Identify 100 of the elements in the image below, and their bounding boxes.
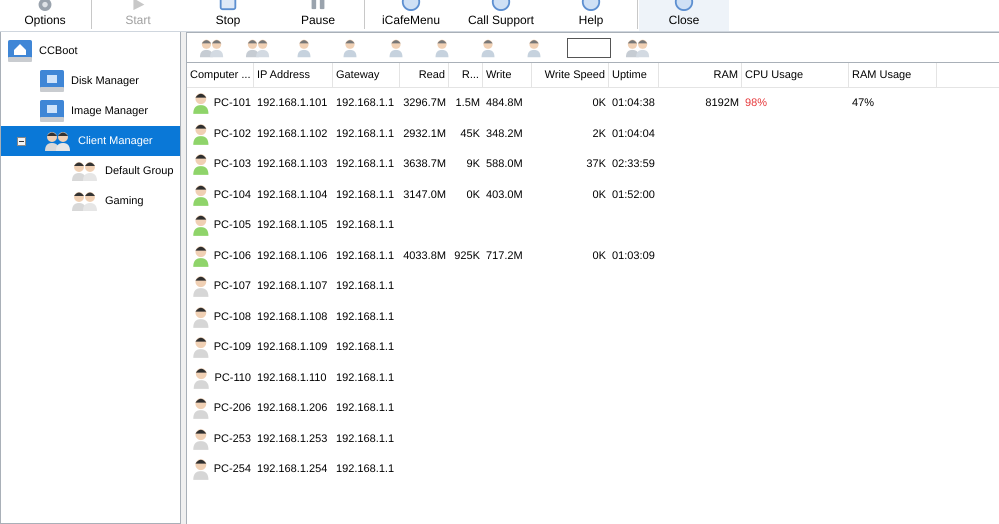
table-cell: 192.168.1.103	[257, 158, 328, 170]
table-cell: 192.168.1.104	[257, 188, 328, 201]
table-cell: PC-105	[214, 219, 251, 232]
table-cell: 4033.8M	[403, 250, 446, 262]
tree-item[interactable]: Default Group	[1, 156, 180, 186]
column-header[interactable]: RAM	[659, 63, 742, 87]
table-cell: PC-102	[214, 128, 251, 140]
globe-icon	[672, 0, 696, 11]
table-cell: 192.168.1.1	[336, 97, 394, 110]
table-cell: 01:03:09	[612, 250, 655, 262]
table-cell: PC-101	[214, 97, 251, 110]
table-cell: 02:33:59	[612, 158, 655, 170]
drive-icon	[39, 68, 65, 94]
table-cell: 192.168.1.1	[336, 310, 394, 323]
table-cell: 192.168.1.1	[336, 158, 394, 170]
toolbar-button[interactable]: Pause	[273, 0, 363, 31]
table-cell: 1.5M	[456, 97, 480, 110]
table-cell: 0K	[592, 188, 606, 201]
tree-item[interactable]: Gaming	[1, 186, 180, 216]
table-cell: 925K	[454, 250, 480, 262]
table-cell: PC-109	[214, 341, 251, 354]
tree-item[interactable]: Disk Manager	[1, 66, 180, 96]
table-cell: 0K	[466, 188, 480, 201]
column-header[interactable]: Uptime	[609, 63, 659, 87]
table-cell: 01:52:00	[612, 188, 655, 201]
table-cell: 192.168.1.1	[336, 219, 394, 232]
column-header[interactable]: Gateway	[333, 63, 400, 87]
table-cell: 192.168.1.109	[257, 341, 328, 354]
table-cell: 47%	[852, 97, 874, 110]
users-icon	[71, 189, 99, 213]
table-cell: 192.168.1.106	[257, 250, 328, 262]
toolbar-button[interactable]: Call Support	[456, 0, 546, 31]
table-cell: 8192M	[705, 97, 739, 110]
table-cell: 192.168.1.105	[257, 219, 328, 232]
column-header[interactable]: Computer ...	[187, 63, 254, 87]
users-icon	[71, 159, 99, 183]
toolbar-button[interactable]: Stop	[183, 0, 273, 31]
toolbar-button[interactable]: Help	[546, 0, 636, 31]
table-cell: PC-108	[214, 310, 251, 323]
table-cell: 3296.7M	[403, 97, 446, 110]
table-cell: 3638.7M	[403, 158, 446, 170]
table-cell: 2932.1M	[403, 128, 446, 140]
table-cell: 192.168.1.102	[257, 128, 328, 140]
table-cell: 403.0M	[486, 188, 523, 201]
table-cell: PC-107	[214, 280, 251, 292]
table-cell: 0K	[592, 250, 606, 262]
table-cell: 192.168.1.1	[336, 402, 394, 414]
table-cell: 192.168.1.1	[336, 341, 394, 354]
table-cell: PC-104	[214, 188, 251, 201]
table-cell: 192.168.1.206	[257, 402, 328, 414]
column-header[interactable]: Read	[400, 63, 449, 87]
table-cell: 484.8M	[486, 97, 523, 110]
column-header[interactable]: IP Address	[254, 63, 333, 87]
toolbar-button[interactable]: Options	[0, 0, 90, 31]
table-cell: 192.168.1.1	[336, 463, 394, 476]
table-cell: 192.168.1.254	[257, 463, 328, 476]
column-header[interactable]: Write	[483, 63, 532, 87]
table-cell: PC-254	[214, 463, 251, 476]
table-cell: 01:04:04	[612, 128, 655, 140]
table-cell: 192.168.1.1	[336, 280, 394, 292]
tree-item[interactable]: Client Manager	[1, 126, 180, 156]
tree-item[interactable]: Image Manager	[1, 96, 180, 126]
table-cell: 37K	[586, 158, 606, 170]
table-cell: 717.2M	[486, 250, 523, 262]
table-cell: 01:04:38	[612, 97, 655, 110]
filter-field[interactable]	[567, 38, 611, 58]
table-cell: 192.168.1.110	[257, 372, 327, 384]
table-cell: 192.168.1.1	[336, 250, 394, 262]
collapse-icon[interactable]	[17, 136, 26, 146]
toolbar-button[interactable]: Close	[639, 0, 729, 31]
column-header[interactable]: RAM Usage	[849, 63, 937, 87]
table-cell: PC-103	[214, 158, 251, 170]
column-header[interactable]: R...	[449, 63, 483, 87]
table-cell: 9K	[466, 158, 480, 170]
table-cell: 192.168.1.108	[257, 310, 328, 323]
table-cell: 192.168.1.253	[257, 432, 328, 445]
table-cell: 192.168.1.1	[336, 128, 394, 140]
column-header[interactable]: Write Speed	[532, 63, 609, 87]
toolbar-button[interactable]: iCafeMenu	[366, 0, 456, 31]
table-cell: PC-253	[214, 432, 251, 445]
tree-item[interactable]: CCBoot	[1, 36, 180, 66]
table-cell: 192.168.1.1	[336, 188, 394, 201]
drive-icon	[39, 98, 65, 124]
table-cell: PC-106	[214, 250, 251, 262]
globe-icon	[579, 0, 603, 11]
table-cell: 588.0M	[486, 158, 523, 170]
table-cell: 192.168.1.101	[257, 97, 328, 110]
table-cell: 192.168.1.107	[257, 280, 328, 292]
table-cell: 192.168.1.1	[336, 432, 394, 445]
globe-icon	[399, 0, 423, 11]
column-header[interactable]: CPU Usage	[742, 63, 849, 87]
users-icon	[44, 129, 72, 153]
table-cell: 192.168.1.1	[336, 372, 394, 384]
table-cell: PC-110	[214, 372, 251, 384]
table-cell: 2K	[592, 128, 606, 140]
table-cell: 45K	[460, 128, 480, 140]
table-cell: 3147.0M	[403, 188, 446, 201]
globe-icon	[489, 0, 513, 11]
home-drive-icon	[7, 38, 33, 64]
table-cell: 0K	[592, 97, 606, 110]
